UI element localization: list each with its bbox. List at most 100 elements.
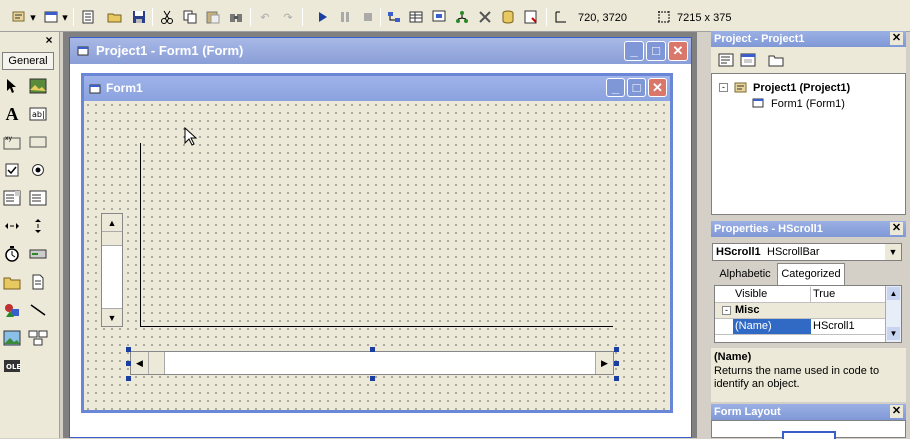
open-project-icon[interactable] xyxy=(106,8,124,26)
close-button[interactable]: ✕ xyxy=(668,41,688,61)
toggle-folders-icon[interactable] xyxy=(768,53,784,70)
category-collapse-icon[interactable]: - xyxy=(722,306,731,315)
component-manager-icon[interactable] xyxy=(522,8,540,26)
data-view-icon[interactable] xyxy=(499,8,517,26)
end-icon[interactable] xyxy=(359,8,377,26)
data-tool-icon[interactable] xyxy=(28,328,48,348)
line-control[interactable] xyxy=(140,326,613,327)
scroll-up-arrow-icon[interactable]: ▲ xyxy=(102,214,122,232)
start-icon[interactable] xyxy=(313,8,331,26)
selection-handle[interactable] xyxy=(126,361,131,366)
vscrollbar-tool-icon[interactable] xyxy=(28,216,48,236)
tab-alphabetic[interactable]: Alphabetic xyxy=(714,264,776,284)
ole-tool-icon[interactable]: OLE xyxy=(2,356,22,376)
optionbutton-tool-icon[interactable] xyxy=(28,160,48,180)
close-button[interactable]: ✕ xyxy=(648,78,667,97)
scroll-thumb[interactable] xyxy=(102,232,122,246)
selection-handle[interactable] xyxy=(614,347,619,352)
selection-handle[interactable] xyxy=(370,347,375,352)
vscroll-control[interactable]: ▲ ▼ xyxy=(101,213,123,327)
tab-categorized[interactable]: Categorized xyxy=(777,263,845,285)
hscrollbar-tool-icon[interactable] xyxy=(2,216,22,236)
paste-icon[interactable] xyxy=(204,8,222,26)
line-control[interactable] xyxy=(140,143,141,327)
frame-tool-icon[interactable]: xy xyxy=(2,132,22,152)
form-designer-titlebar[interactable]: Project1 - Form1 (Form) _ □ ✕ xyxy=(70,38,691,64)
add-form-icon[interactable] xyxy=(42,8,60,26)
timer-tool-icon[interactable] xyxy=(2,244,22,264)
menu-editor-icon[interactable] xyxy=(79,8,97,26)
property-category-misc[interactable]: - Misc xyxy=(715,303,901,319)
form-icon xyxy=(752,98,764,108)
minimize-button[interactable]: _ xyxy=(606,78,625,97)
add-project-icon[interactable] xyxy=(10,8,28,26)
toolbox-icon[interactable] xyxy=(476,8,494,26)
property-row-name[interactable]: (Name) HScroll1 xyxy=(715,319,901,335)
shape-tool-icon[interactable] xyxy=(2,300,22,320)
combobox-tool-icon[interactable] xyxy=(2,188,22,208)
picturebox-tool-icon[interactable] xyxy=(28,76,48,96)
form-layout-panel-titlebar[interactable]: Form Layout ✕ xyxy=(711,404,906,420)
property-scrollbar[interactable]: ▲ ▼ xyxy=(885,286,901,342)
toolbox-close-button[interactable]: × xyxy=(42,34,56,47)
label-tool-icon[interactable]: A xyxy=(2,104,22,124)
form1-window[interactable]: Form1 _ □ ✕ ▲ ▼ ◀ ▶ xyxy=(81,73,673,413)
view-code-icon[interactable] xyxy=(718,53,734,70)
cut-icon[interactable] xyxy=(158,8,176,26)
selection-handle[interactable] xyxy=(126,376,131,381)
maximize-button[interactable]: □ xyxy=(646,41,666,61)
properties-panel-close-button[interactable]: ✕ xyxy=(890,222,903,235)
object-browser-icon[interactable] xyxy=(453,8,471,26)
tree-node-form1[interactable]: Form1 (Form1) xyxy=(771,98,845,110)
toolbox-tab-general[interactable]: General xyxy=(2,52,54,70)
checkbox-tool-icon[interactable] xyxy=(2,160,22,180)
tree-collapse-icon[interactable]: - xyxy=(719,83,728,92)
drivelistbox-tool-icon[interactable] xyxy=(28,244,48,264)
line-tool-icon[interactable] xyxy=(28,300,48,320)
svg-text:ab|: ab| xyxy=(32,110,45,119)
scroll-right-arrow-icon[interactable]: ▶ xyxy=(595,352,613,374)
image-tool-icon[interactable] xyxy=(2,328,22,348)
tree-node-project[interactable]: Project1 (Project1) xyxy=(753,82,850,94)
save-project-icon[interactable] xyxy=(130,8,148,26)
scroll-up-arrow-icon[interactable]: ▲ xyxy=(887,287,900,300)
commandbutton-tool-icon[interactable] xyxy=(28,132,48,152)
scroll-down-arrow-icon[interactable]: ▼ xyxy=(102,308,122,326)
dirlistbox-tool-icon[interactable] xyxy=(2,272,22,292)
pointer-tool-icon[interactable] xyxy=(2,76,22,96)
filelistbox-tool-icon[interactable] xyxy=(28,272,48,292)
property-row-visible[interactable]: Visible True xyxy=(715,287,901,303)
undo-icon[interactable]: ↶ xyxy=(256,8,274,26)
hscroll-control[interactable]: ◀ ▶ xyxy=(130,351,614,375)
selection-handle[interactable] xyxy=(614,376,619,381)
properties-panel-titlebar[interactable]: Properties - HScroll1 ✕ xyxy=(711,221,906,237)
form-canvas[interactable]: ▲ ▼ ◀ ▶ xyxy=(84,101,670,410)
maximize-button[interactable]: □ xyxy=(627,78,646,97)
form-layout-icon[interactable] xyxy=(430,8,448,26)
scroll-down-arrow-icon[interactable]: ▼ xyxy=(887,327,900,340)
add-form-dropdown-icon[interactable]: ▾ xyxy=(60,8,70,26)
object-selector-dropdown[interactable]: HScroll1 HScrollBar ▼ xyxy=(712,243,902,261)
project-panel-close-button[interactable]: ✕ xyxy=(890,32,903,45)
view-object-icon[interactable] xyxy=(740,53,756,70)
add-project-dropdown-icon[interactable]: ▾ xyxy=(28,8,38,26)
scroll-left-arrow-icon[interactable]: ◀ xyxy=(131,352,149,374)
break-icon[interactable] xyxy=(336,8,354,26)
selection-handle[interactable] xyxy=(126,347,131,352)
find-icon[interactable] xyxy=(227,8,245,26)
listbox-tool-icon[interactable] xyxy=(28,188,48,208)
scroll-thumb[interactable] xyxy=(149,352,165,374)
copy-icon[interactable] xyxy=(181,8,199,26)
redo-icon[interactable]: ↷ xyxy=(279,8,297,26)
project-explorer-icon[interactable] xyxy=(385,8,403,26)
selection-handle[interactable] xyxy=(614,361,619,366)
textbox-tool-icon[interactable]: ab| xyxy=(28,104,48,124)
chevron-down-icon[interactable]: ▼ xyxy=(885,244,901,260)
form1-titlebar[interactable]: Form1 _ □ ✕ xyxy=(84,76,670,101)
selection-handle[interactable] xyxy=(370,376,375,381)
form-layout-panel-close-button[interactable]: ✕ xyxy=(890,405,903,418)
properties-window-icon[interactable] xyxy=(407,8,425,26)
minimize-button[interactable]: _ xyxy=(624,41,644,61)
property-name: Visible xyxy=(735,288,768,300)
project-panel-titlebar[interactable]: Project - Project1 ✕ xyxy=(711,31,906,47)
